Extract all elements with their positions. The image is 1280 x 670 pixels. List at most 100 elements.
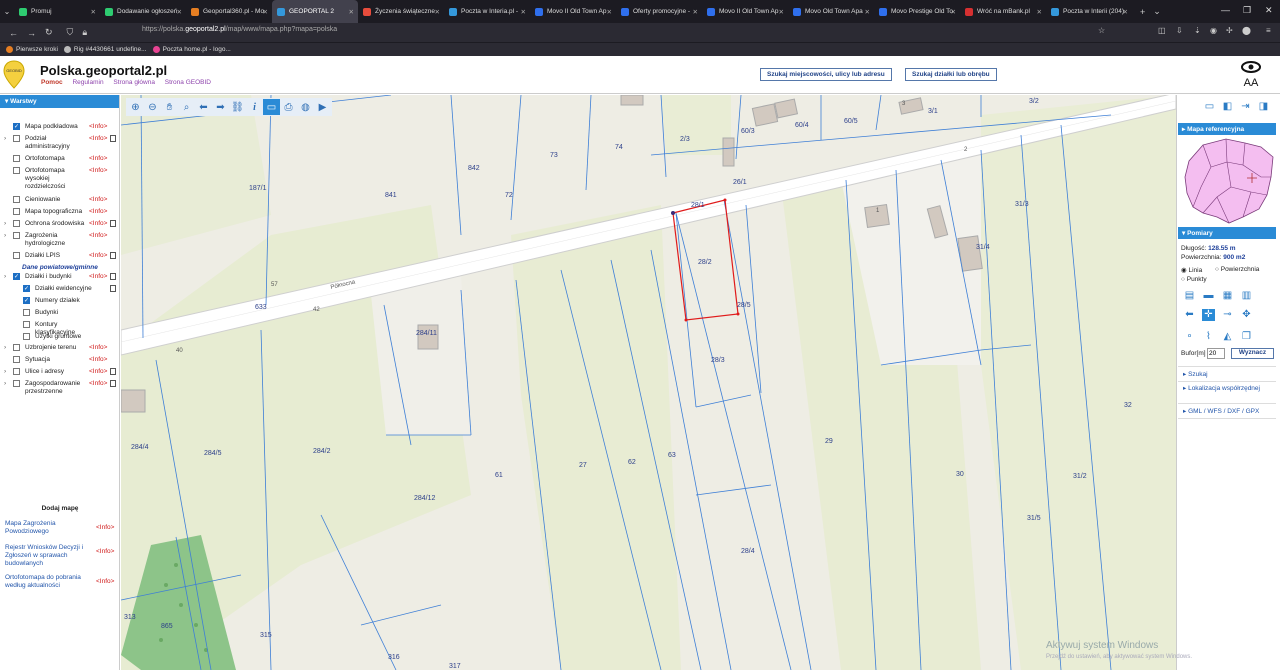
measure-icon[interactable]: ▭ — [263, 99, 280, 115]
layer-checkbox[interactable] — [13, 368, 20, 375]
layer-checkbox[interactable] — [13, 167, 20, 174]
layers-panel-header[interactable]: ▾ Warstwy — [0, 95, 119, 108]
measurements-header[interactable]: ▾ Pomiary — [1178, 227, 1276, 239]
tab-close-icon[interactable]: ✕ — [521, 8, 526, 16]
layer-checkbox[interactable] — [13, 273, 20, 280]
external-map-link[interactable]: Ortofotomapa do pobrania według aktualno… — [5, 574, 90, 590]
pan-hand-icon[interactable]: ✋︎ — [161, 99, 178, 115]
tab-close-icon[interactable]: ✕ — [177, 8, 182, 16]
area-shape-icon[interactable]: ◭ — [1221, 331, 1234, 343]
url-bar[interactable]: https://polska.geoportal2.pl/map/www/map… — [142, 26, 337, 33]
home-link[interactable]: Strona główna — [113, 79, 155, 86]
new-tab-icon[interactable]: + — [1140, 7, 1145, 17]
legend-document-icon[interactable] — [110, 380, 116, 387]
folder-icon[interactable]: ▬ — [1202, 290, 1215, 302]
external-map-link[interactable]: Mapa Zagrożenia Powodziowego — [5, 520, 90, 536]
reference-map[interactable] — [1181, 137, 1275, 225]
expand-icon[interactable]: › — [4, 368, 6, 375]
layer-row[interactable]: Numery działek — [0, 297, 120, 307]
geobid-link[interactable]: Strona GEOBID — [165, 79, 211, 86]
legend-document-icon[interactable] — [110, 135, 116, 142]
browser-tab[interactable]: GEOPORTAL 2 ✕ — [272, 0, 358, 23]
layer-row[interactable]: Ortofotomapa wysokiej rozdzielczości <Inf… — [0, 167, 120, 191]
legend-document-icon[interactable] — [110, 368, 116, 375]
accordion-search[interactable]: ▸ Szukaj — [1183, 370, 1208, 378]
zoom-box-icon[interactable]: ⌕ — [178, 99, 195, 115]
tab-list-button[interactable]: ⌄ — [0, 7, 14, 16]
tab-close-icon[interactable]: ✕ — [951, 8, 956, 16]
print-icon[interactable]: ⎙ — [280, 99, 297, 115]
tab-close-icon[interactable]: ✕ — [865, 8, 870, 16]
restore-icon[interactable]: ❐ — [1243, 5, 1251, 16]
tab-close-icon[interactable]: ✕ — [1123, 8, 1128, 16]
legend-document-icon[interactable] — [110, 273, 116, 280]
tab-close-icon[interactable]: ✕ — [435, 8, 440, 16]
layer-row[interactable]: › Ochrona środowiska <Info> — [0, 220, 120, 230]
move-point-icon[interactable]: ✥ — [1240, 309, 1253, 321]
shield-icon[interactable]: ⛉ — [67, 27, 74, 38]
tab-close-icon[interactable]: ✕ — [349, 8, 354, 16]
layer-row[interactable]: › Działki i budynki <Info> — [0, 273, 120, 283]
layer-checkbox[interactable] — [13, 344, 20, 351]
layer-row[interactable]: › Zagospodarowanie przestrzenne <Info> — [0, 380, 120, 398]
browser-tab[interactable]: Wróć na mBank.pl ✕ — [960, 0, 1046, 23]
layer-checkbox[interactable] — [23, 321, 30, 328]
zoom-out-icon[interactable]: ⊖ — [144, 99, 161, 115]
layer-row[interactable]: › Zagrożenia hydrologiczne <Info> — [0, 232, 120, 248]
info-icon[interactable]: i — [246, 99, 263, 115]
layer-checkbox[interactable] — [13, 155, 20, 162]
layer-info-link[interactable]: <Info> — [89, 167, 107, 174]
search-parcel-button[interactable]: Szukaj działki lub obrębu — [905, 68, 997, 81]
copy-shape-icon[interactable]: ❐ — [1240, 331, 1253, 343]
layer-info-link[interactable]: <Info> — [89, 232, 107, 239]
browser-tab[interactable]: Poczta w Interii (204) ✕ — [1046, 0, 1132, 23]
account-icon[interactable]: ◉ — [1210, 26, 1217, 35]
reference-map-header[interactable]: ▸ Mapa referencyjna — [1178, 123, 1276, 135]
layer-row[interactable]: Mapa topograficzna <Info> — [0, 208, 120, 218]
extensions-icon[interactable]: ⇩ — [1176, 26, 1183, 35]
bookmark-star-icon[interactable]: ☆ — [1098, 26, 1105, 35]
layer-checkbox[interactable] — [13, 356, 20, 363]
mode-line-option[interactable]: ◉ Linia — [1181, 266, 1202, 274]
layer-checkbox[interactable] — [23, 297, 30, 304]
legend-document-icon[interactable] — [110, 252, 116, 259]
layer-checkbox[interactable] — [13, 220, 20, 227]
tab-close-icon[interactable]: ✕ — [693, 8, 698, 16]
layer-info-link[interactable]: <Info> — [89, 273, 107, 280]
puzzle-icon[interactable]: ✢ — [1226, 26, 1233, 35]
legend-document-icon[interactable] — [110, 220, 116, 227]
bookmark-item[interactable]: Pierwsze kroki — [6, 46, 58, 53]
layout-full-icon[interactable]: ▭ — [1203, 101, 1216, 113]
layout-export-icon[interactable]: ⇥ — [1239, 101, 1252, 113]
browser-tab[interactable]: Movo Prestige Old To ✕ — [874, 0, 960, 23]
lock-icon[interactable]: 🔒︎ — [82, 27, 87, 38]
layer-row[interactable]: Sytuacja <Info> — [0, 356, 120, 366]
layer-checkbox[interactable] — [23, 285, 30, 292]
geobid-logo[interactable]: GEOBID — [3, 60, 25, 89]
layer-info-link[interactable]: <Info> — [89, 155, 107, 162]
layer-checkbox[interactable] — [13, 196, 20, 203]
layout-right-icon[interactable]: ◨ — [1257, 101, 1270, 113]
layer-info-link[interactable]: <Info> — [89, 252, 107, 259]
map-svg[interactable]: 187/1 841 842 73 74 2/3 60/3 60/4 60/5 3… — [121, 95, 1176, 670]
snap-icon[interactable]: ∘ — [1183, 331, 1196, 343]
pocket-icon[interactable]: ◫ — [1158, 26, 1166, 35]
layer-row[interactable]: Działki LPIS <Info> — [0, 252, 120, 262]
download-icon[interactable]: ⇣ — [1194, 26, 1201, 35]
next-view-icon[interactable]: ➡︎ — [212, 99, 229, 115]
tab-close-icon[interactable]: ✕ — [91, 8, 96, 16]
save-icon[interactable]: ▦ — [1221, 290, 1234, 302]
browser-tab[interactable]: Movo II Old Town Ap ✕ — [530, 0, 616, 23]
browser-tab[interactable]: Promuj ✕ — [14, 0, 100, 23]
bookmark-item[interactable]: Rig #4430661 undefine... — [63, 46, 147, 53]
tab-overflow-icon[interactable]: ⌄ — [1153, 6, 1161, 17]
remove-point-icon[interactable]: ⊸ — [1221, 309, 1234, 321]
layer-info-link[interactable]: <Info> — [89, 368, 107, 375]
link-icon[interactable]: ⛓︎ — [229, 99, 246, 115]
expand-icon[interactable]: › — [4, 220, 6, 227]
layer-checkbox[interactable] — [23, 333, 30, 340]
layer-info-link[interactable]: <Info> — [89, 196, 107, 203]
forward-icon[interactable]: → — [27, 28, 36, 38]
document-icon[interactable]: ▤ — [1183, 290, 1196, 302]
browser-tab[interactable]: Życzenia świąteczne ✕ — [358, 0, 444, 23]
